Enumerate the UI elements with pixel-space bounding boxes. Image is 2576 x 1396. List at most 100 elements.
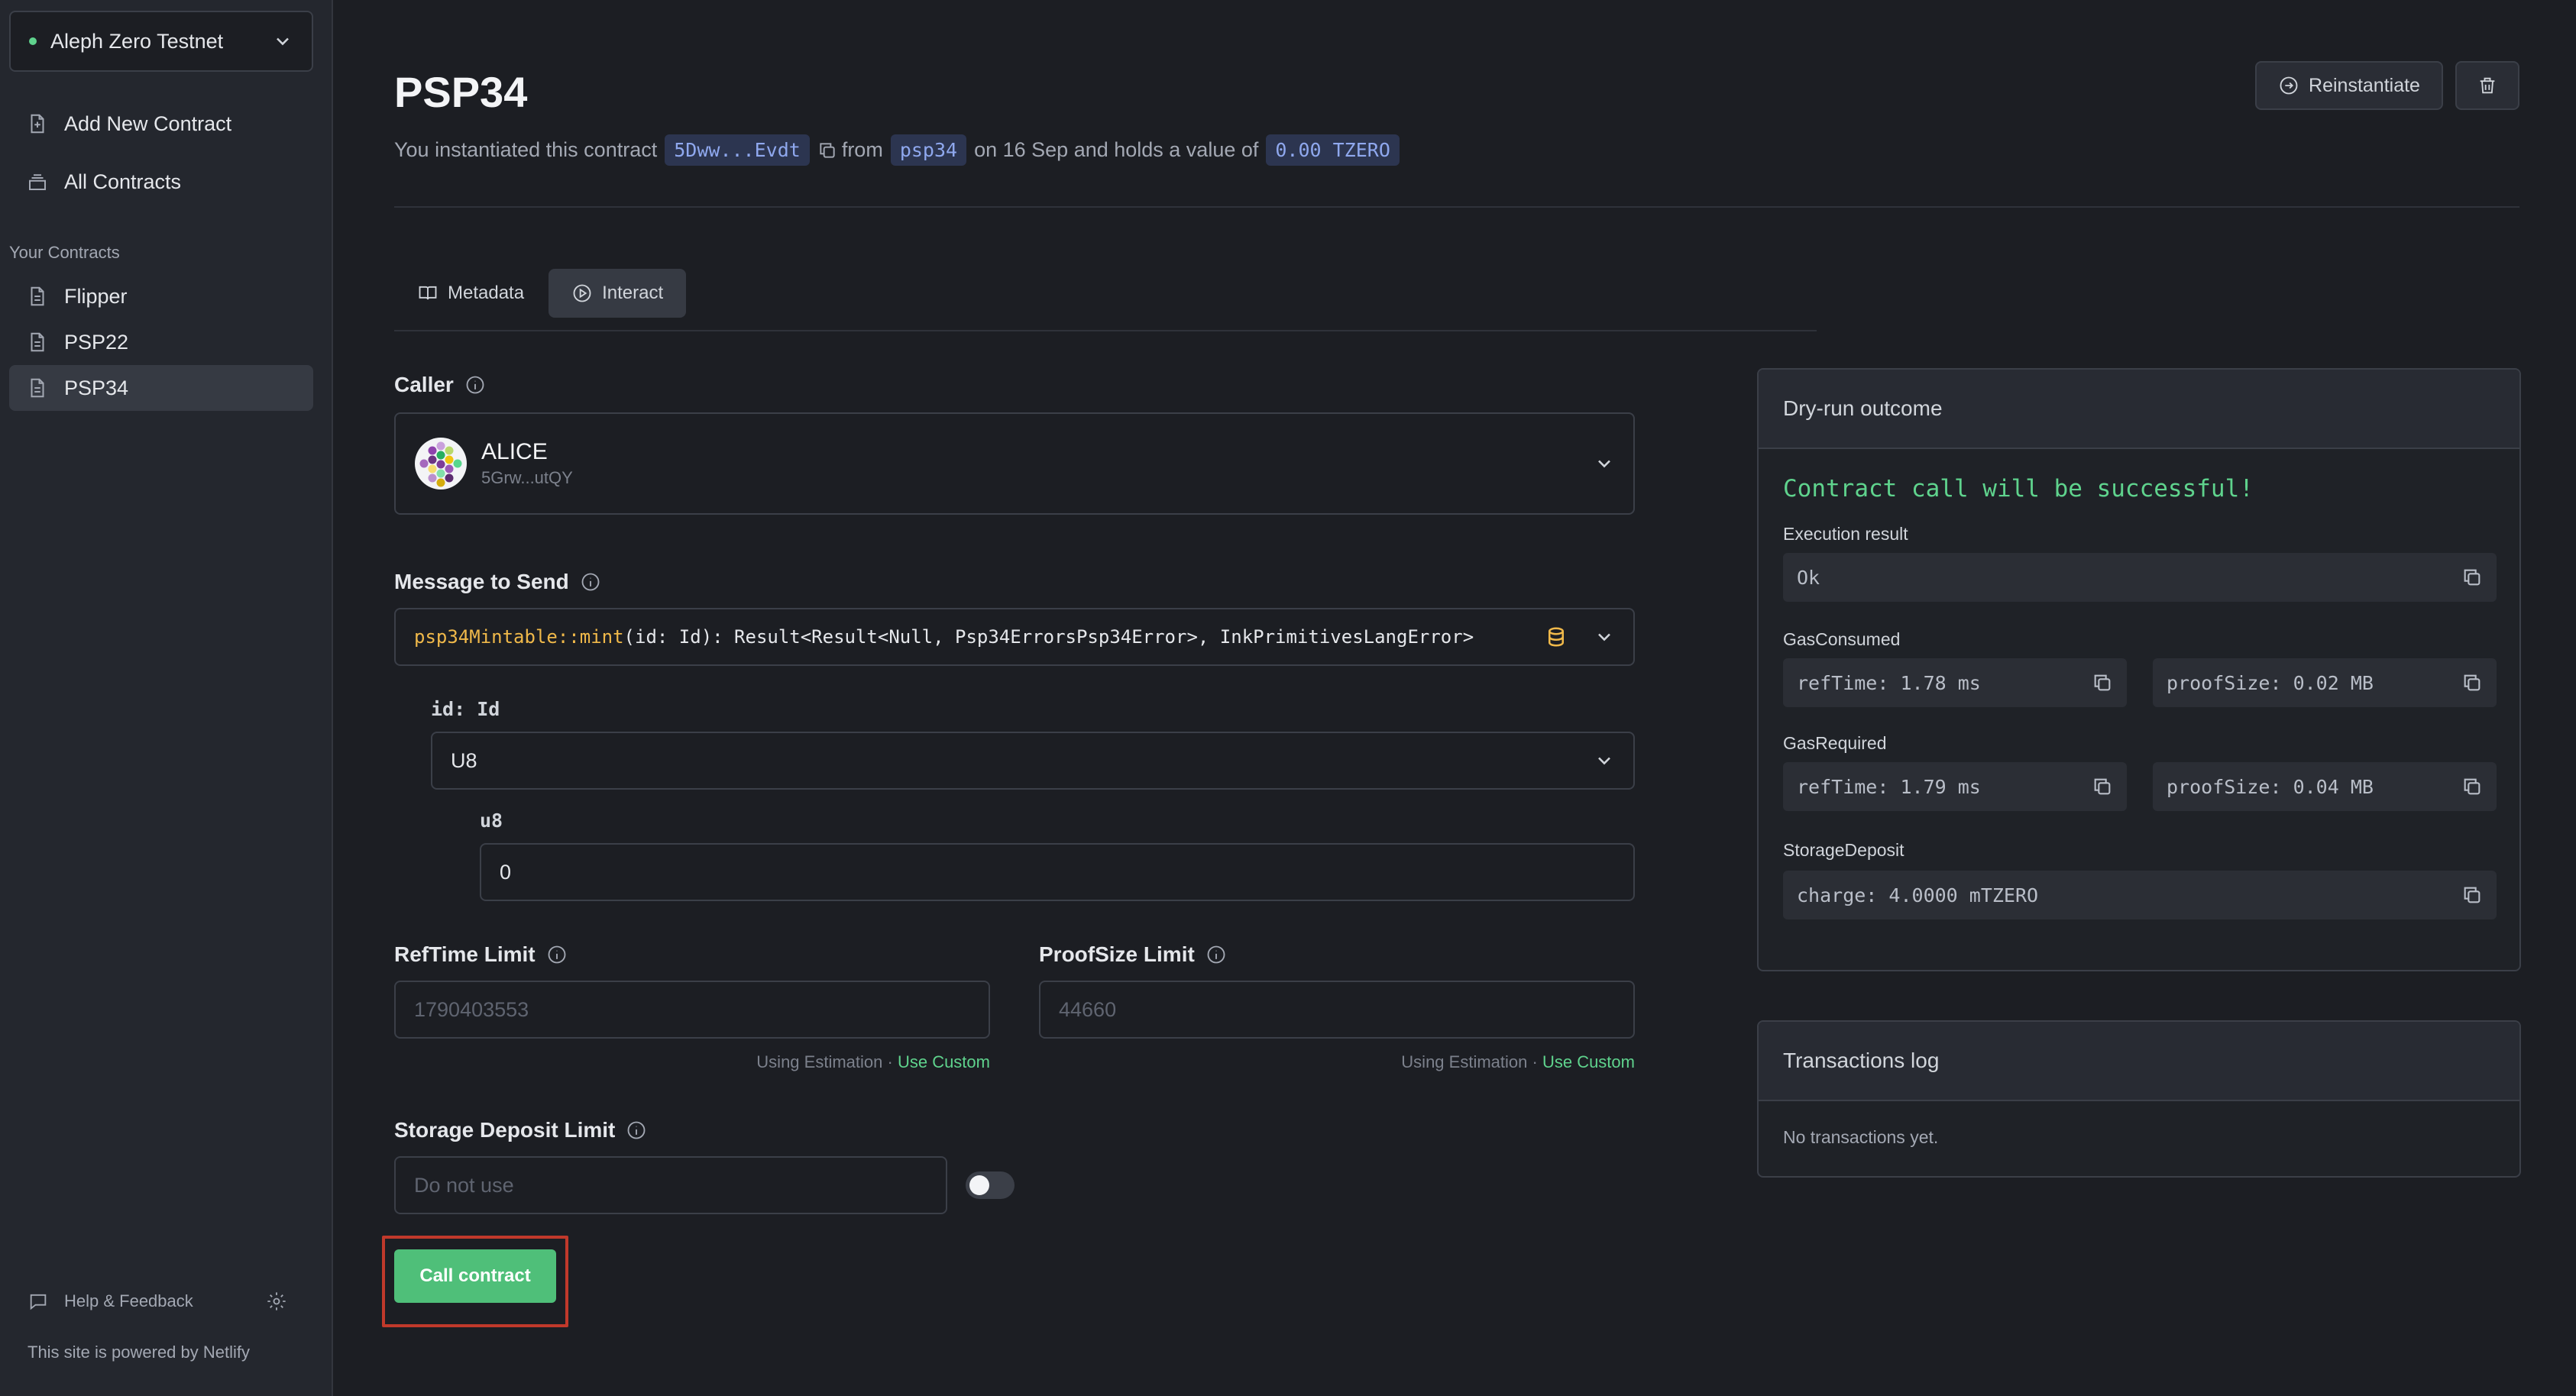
info-icon[interactable]: [1205, 944, 1227, 965]
sidebar-item-label: PSP22: [64, 330, 129, 354]
help-feedback-link[interactable]: Help & Feedback: [64, 1291, 266, 1311]
execution-result-box: Ok: [1783, 553, 2497, 602]
sidebar-item-label: Flipper: [64, 284, 128, 308]
tab-metadata[interactable]: Metadata: [394, 269, 547, 318]
sidebar-item-all-contracts[interactable]: All Contracts: [9, 159, 313, 205]
document-icon: [31, 332, 44, 352]
proofsize-label-text: ProofSize Limit: [1039, 942, 1195, 966]
sidebar-item-psp34[interactable]: PSP34: [9, 365, 313, 411]
reftime-use-custom-link[interactable]: Use Custom: [898, 1052, 990, 1071]
delete-contract-button[interactable]: [2455, 61, 2519, 110]
message-select[interactable]: psp34Mintable::mint(id: Id): Result<Resu…: [394, 608, 1635, 666]
powered-by-text: This site is powered by Netlify: [28, 1343, 250, 1362]
sidebar-item-label: Add New Contract: [64, 111, 232, 135]
info-icon[interactable]: [464, 374, 486, 396]
stack-icon: [29, 174, 46, 190]
proofsize-input[interactable]: 44660: [1039, 981, 1635, 1039]
gas-consumed-reftime: refTime: 1.78 ms: [1797, 671, 1981, 694]
dry-run-status: Contract call will be successful!: [1783, 475, 2254, 502]
storage-deposit-result-box: charge: 4.0000 mTZERO: [1783, 871, 2497, 919]
call-contract-button[interactable]: Call contract: [394, 1249, 556, 1303]
info-icon[interactable]: [546, 944, 568, 965]
network-select[interactable]: Aleph Zero Testnet: [9, 11, 313, 72]
execution-result-label: Execution result: [1783, 524, 1908, 544]
reftime-input[interactable]: 1790403553: [394, 981, 990, 1039]
sidebar-item-psp22[interactable]: PSP22: [9, 319, 313, 365]
arg-variant-value: U8: [451, 748, 477, 772]
caller-name: ALICE: [481, 439, 548, 464]
message-label: Message to Send: [394, 570, 601, 594]
contract-address-chip: 5Dww...Evdt: [665, 134, 810, 166]
storage-deposit-label-text: Storage Deposit Limit: [394, 1118, 616, 1142]
storage-deposit-result-value: charge: 4.0000 mTZERO: [1797, 884, 2039, 906]
transactions-title: Transactions log: [1759, 1022, 2519, 1101]
chevron-down-icon: [1598, 633, 1610, 641]
document-icon: [31, 286, 44, 306]
sidebar-item-label: PSP34: [64, 376, 129, 399]
copy-icon[interactable]: [817, 141, 837, 160]
sidebar-item-flipper[interactable]: Flipper: [9, 273, 313, 319]
proofsize-hint: Using Estimation · Use Custom: [1367, 1052, 1635, 1072]
summary-from: from: [841, 138, 883, 161]
gas-required-proofsize-box: proofSize: 0.04 MB: [2153, 762, 2497, 811]
sidebar: Aleph Zero Testnet Add New Contract All …: [0, 0, 333, 1396]
sidebar-item-label: All Contracts: [64, 170, 182, 193]
reftime-hint: Using Estimation · Use Custom: [722, 1052, 990, 1072]
copy-icon[interactable]: [2092, 776, 2113, 797]
reftime-label: RefTime Limit: [394, 942, 568, 967]
network-status-dot: [29, 37, 37, 45]
copy-icon[interactable]: [2461, 884, 2483, 906]
gear-icon[interactable]: [266, 1291, 287, 1312]
message-text: psp34Mintable::mint(id: Id): Result<Resu…: [414, 626, 1532, 648]
code-name-chip: psp34: [890, 134, 967, 166]
tab-interact[interactable]: Interact: [549, 269, 687, 318]
copy-icon[interactable]: [2461, 776, 2483, 797]
trash-icon: [2480, 77, 2495, 94]
u8-value: 0: [500, 860, 512, 884]
gas-required-reftime: refTime: 1.79 ms: [1797, 775, 1981, 798]
storage-deposit-toggle[interactable]: [966, 1171, 1015, 1199]
dry-run-panel: Dry-run outcome Contract call will be su…: [1757, 368, 2521, 971]
book-icon: [419, 286, 437, 300]
proofsize-label: ProofSize Limit: [1039, 942, 1227, 967]
dry-run-title: Dry-run outcome: [1759, 370, 2519, 449]
summary-prefix: You instantiated this contract: [394, 138, 658, 161]
header-divider: [394, 206, 2519, 208]
u8-input[interactable]: 0: [480, 843, 1635, 901]
storage-deposit-input[interactable]: Do not use: [394, 1156, 947, 1214]
gas-required-proofsize: proofSize: 0.04 MB: [2167, 775, 2374, 798]
copy-icon[interactable]: [2461, 672, 2483, 693]
copy-icon[interactable]: [2461, 567, 2483, 588]
message-label-text: Message to Send: [394, 570, 569, 593]
help-feedback-row: Help & Feedback: [28, 1291, 287, 1312]
reftime-label-text: RefTime Limit: [394, 942, 536, 966]
copy-icon[interactable]: [2092, 672, 2113, 693]
info-icon[interactable]: [626, 1120, 647, 1141]
tab-label: Interact: [602, 283, 664, 303]
sidebar-item-add-new-contract[interactable]: Add New Contract: [9, 101, 313, 147]
document-icon: [31, 378, 44, 398]
message-signature: (id: Id): Result<Result<Null, Psp34Error…: [623, 626, 1474, 648]
chevron-down-icon: [1598, 460, 1610, 468]
reinstantiate-label: Reinstantiate: [2309, 74, 2420, 96]
gas-required-label: GasRequired: [1783, 733, 1887, 753]
play-circle-icon: [573, 284, 591, 302]
gas-consumed-reftime-box: refTime: 1.78 ms: [1783, 658, 2127, 707]
reinstantiate-button[interactable]: Reinstantiate: [2255, 61, 2443, 110]
avatar: [415, 438, 467, 490]
contract-tabs: Metadata Interact: [394, 269, 688, 318]
caller-select[interactable]: ALICE 5Grw...utQY: [394, 412, 1635, 515]
info-icon[interactable]: [580, 571, 601, 593]
u8-label: u8: [480, 809, 503, 832]
page-title: PSP34: [394, 68, 528, 116]
chevron-down-icon: [277, 37, 289, 46]
arg-variant-select[interactable]: U8: [431, 732, 1635, 790]
chat-icon: [30, 1294, 47, 1310]
your-contracts-heading: Your Contracts: [9, 243, 120, 262]
proofsize-use-custom-link[interactable]: Use Custom: [1542, 1052, 1635, 1071]
reftime-placeholder: 1790403553: [414, 997, 529, 1021]
estimation-text: Using Estimation: [756, 1052, 883, 1071]
gas-consumed-proofsize: proofSize: 0.02 MB: [2167, 671, 2374, 694]
database-icon: [1549, 627, 1564, 647]
execution-result-value: Ok: [1797, 566, 1820, 589]
